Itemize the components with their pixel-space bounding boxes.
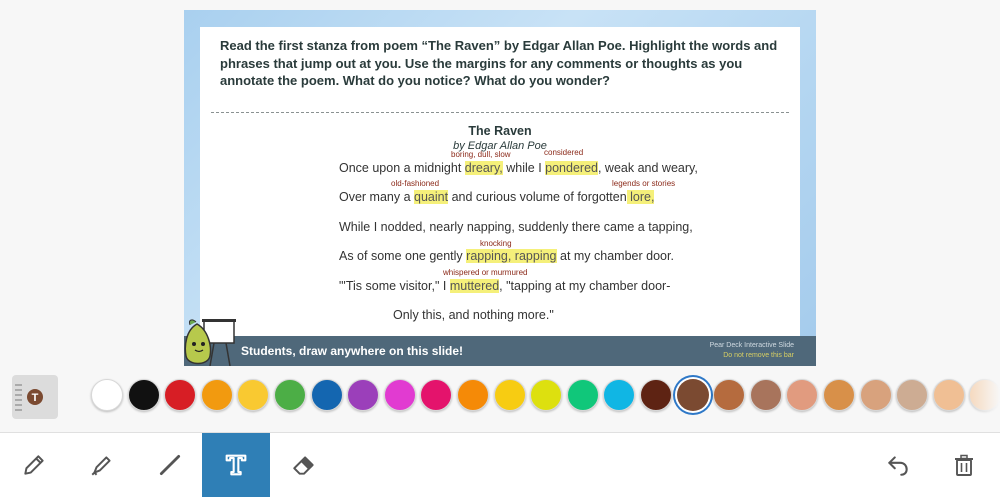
- text-tool-preview-icon: T: [15, 384, 43, 411]
- color-swatch[interactable]: [201, 379, 233, 411]
- color-swatch[interactable]: [164, 379, 196, 411]
- highlight: dreary,: [464, 161, 503, 175]
- color-palette: T: [0, 370, 1000, 430]
- color-swatch[interactable]: [494, 379, 526, 411]
- line-tool-button[interactable]: [136, 433, 204, 497]
- color-swatch[interactable]: [603, 379, 635, 411]
- color-swatch[interactable]: [347, 379, 379, 411]
- undo-button[interactable]: [864, 433, 932, 497]
- trash-icon: [955, 454, 973, 476]
- divider: [211, 112, 789, 113]
- color-swatch[interactable]: [237, 379, 269, 411]
- color-swatch[interactable]: [896, 379, 928, 411]
- annotation: whispered or murmured: [443, 268, 528, 277]
- poem-title: The Raven: [468, 124, 532, 138]
- color-swatch[interactable]: [786, 379, 818, 411]
- pear-mascot-icon: [184, 319, 236, 366]
- color-swatch[interactable]: [823, 379, 855, 411]
- color-swatch[interactable]: [384, 379, 416, 411]
- interactive-bar: Students, draw anywhere on this slide! P…: [184, 336, 816, 366]
- poem-line: Over many a quaint and curious volume of…: [339, 190, 655, 204]
- highlight: quaint: [414, 190, 449, 204]
- bar-subtitle: Do not remove this bar: [723, 352, 794, 359]
- undo-icon: [888, 456, 908, 476]
- slide[interactable]: Read the first stanza from poem “The Rav…: [184, 10, 816, 366]
- pencil-icon: [24, 455, 44, 475]
- color-swatch[interactable]: [640, 379, 672, 411]
- bar-title: Pear Deck Interactive Slide: [709, 342, 794, 349]
- eraser-tool-button[interactable]: [270, 433, 338, 497]
- highlight: lore,: [626, 190, 655, 204]
- highlight: rapping, rapping: [466, 249, 557, 263]
- color-swatch[interactable]: [274, 379, 306, 411]
- color-swatch[interactable]: [311, 379, 343, 411]
- slide-prompt: Read the first stanza from poem “The Rav…: [220, 38, 778, 88]
- poem-line: Only this, and nothing more.": [393, 308, 554, 322]
- line-icon: [159, 454, 181, 476]
- annotation: boring, dull, slow: [451, 150, 511, 159]
- delete-button[interactable]: [930, 433, 998, 497]
- drawing-toolbar: [0, 432, 1000, 497]
- color-swatch[interactable]: [91, 379, 123, 411]
- color-swatch[interactable]: [750, 379, 782, 411]
- annotation: knocking: [480, 239, 512, 248]
- marker-icon: [91, 456, 111, 476]
- bar-message: Students, draw anywhere on this slide!: [241, 344, 464, 358]
- eraser-icon: [293, 456, 314, 475]
- color-swatch[interactable]: [860, 379, 892, 411]
- text-tool-button[interactable]: [202, 433, 270, 497]
- color-swatch[interactable]: [530, 379, 562, 411]
- color-swatch[interactable]: [420, 379, 452, 411]
- text-icon: [225, 454, 247, 476]
- color-swatch[interactable]: [567, 379, 599, 411]
- poem-line: "'Tis some visitor," I muttered, "tappin…: [339, 279, 671, 293]
- poem-line: Once upon a midnight dreary, while I pon…: [339, 161, 698, 175]
- current-tool-indicator[interactable]: T: [12, 375, 58, 419]
- pencil-tool-button[interactable]: [0, 433, 68, 497]
- annotation: legends or stories: [612, 179, 676, 188]
- annotation: considered: [544, 148, 584, 157]
- svg-text:T: T: [32, 392, 39, 404]
- poem-line: As of some one gently rapping, rapping a…: [339, 249, 674, 263]
- slide-content: Read the first stanza from poem “The Rav…: [200, 27, 800, 337]
- color-swatch[interactable]: [933, 379, 965, 411]
- color-swatch[interactable]: [457, 379, 489, 411]
- highlight: muttered: [449, 279, 500, 293]
- color-swatch[interactable]: [677, 379, 709, 411]
- marker-tool-button[interactable]: [68, 433, 136, 497]
- color-swatch[interactable]: [969, 379, 1000, 411]
- color-swatch[interactable]: [713, 379, 745, 411]
- color-swatch[interactable]: [128, 379, 160, 411]
- highlight: pondered: [545, 161, 598, 175]
- poem-line: While I nodded, nearly napping, suddenly…: [339, 220, 693, 234]
- annotation: old-fashioned: [391, 179, 440, 188]
